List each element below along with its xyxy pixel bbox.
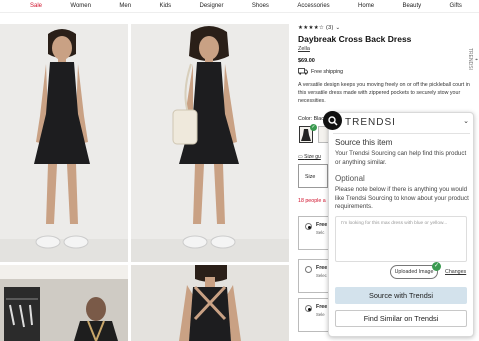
chevron-down-icon[interactable]: ⌄: [335, 25, 340, 31]
option-sub: Selc: [316, 230, 325, 235]
nav-women[interactable]: Women: [70, 3, 91, 9]
option-sub: Sele: [316, 312, 325, 317]
divider: [333, 133, 470, 134]
find-similar-button[interactable]: Find Similar on Trendsi: [335, 310, 467, 327]
shipping-info: Free shipping: [298, 68, 343, 75]
requirements-textarea[interactable]: I'm looking for this max dress with blue…: [335, 216, 467, 262]
optional-heading: Optional: [335, 174, 365, 183]
option-sub: Selec: [316, 273, 327, 278]
check-icon: ✓: [310, 124, 317, 131]
size-select[interactable]: Size: [298, 164, 328, 188]
nav-beauty[interactable]: Beauty: [402, 3, 421, 9]
uploaded-image-badge: Uploaded Image: [390, 265, 438, 279]
source-with-trendsi-button[interactable]: Source with Trendsi: [335, 287, 467, 304]
size-guide-link[interactable]: ▭ Size gu: [298, 154, 321, 160]
trendsi-side-tab[interactable]: ⌖ TRENDSI: [467, 24, 479, 94]
product-title: Daybreak Cross Back Dress: [298, 34, 412, 44]
product-photo-store[interactable]: [0, 265, 128, 341]
nav-home[interactable]: Home: [358, 3, 374, 9]
nav-sale[interactable]: Sale: [30, 3, 42, 9]
price: $69.00: [298, 58, 315, 64]
nav-accessories[interactable]: Accessories: [297, 3, 329, 9]
color-label: Color: Blac: [298, 116, 324, 122]
nav-gifts[interactable]: Gifts: [450, 3, 462, 9]
truck-icon: [298, 68, 308, 75]
optional-text: Please note below if there is anything y…: [335, 186, 469, 211]
tag-icon: ⌖: [473, 56, 479, 62]
product-description: A versatile design keeps you moving free…: [298, 82, 470, 104]
check-icon: ✓: [432, 262, 441, 271]
radio-button[interactable]: [305, 305, 312, 312]
rating-stars: ★★★★☆: [298, 25, 325, 31]
nav-designer[interactable]: Designer: [200, 3, 224, 9]
brand-link[interactable]: Zella: [298, 46, 310, 52]
product-photo-back[interactable]: [131, 265, 289, 341]
fulfillment-option-3[interactable]: Free Sele: [298, 298, 330, 332]
product-photo-bag[interactable]: [131, 24, 289, 262]
nav-men[interactable]: Men: [119, 3, 131, 9]
radio-button[interactable]: [305, 266, 312, 273]
side-tab-label: TRENDSI: [467, 48, 473, 70]
shipping-text: Free shipping: [311, 68, 344, 75]
chevron-down-icon[interactable]: ⌄: [463, 117, 469, 125]
option-label: Free: [316, 265, 328, 271]
product-photo-front[interactable]: [0, 24, 128, 262]
nav-shoes[interactable]: Shoes: [252, 3, 269, 9]
popup-heading: Source this item: [335, 138, 393, 147]
size-guide-label: Size gu: [304, 154, 321, 160]
changes-link[interactable]: Changes: [445, 269, 466, 275]
fulfillment-option-2[interactable]: Free Selec: [298, 259, 330, 293]
radio-button[interactable]: [305, 223, 312, 230]
trendsi-popup: TRENDSI ⌄ Source this item Your Trendsi …: [328, 112, 474, 337]
rating-count: (3): [325, 25, 334, 31]
option-label: Free: [316, 304, 328, 310]
option-label: Free: [316, 222, 328, 228]
people-alert: 18 people a: [298, 198, 326, 204]
top-nav: Sale Women Men Kids Designer Shoes Acces…: [0, 0, 479, 13]
search-icon[interactable]: [323, 111, 342, 130]
nav-kids[interactable]: Kids: [159, 3, 171, 9]
size-select-label: Size: [305, 174, 316, 180]
popup-text: Your Trendsi Sourcing can help find this…: [335, 150, 467, 166]
fulfillment-option-1[interactable]: Free Selc: [298, 216, 330, 250]
rating[interactable]: ★★★★☆ (3) ⌄: [298, 25, 340, 31]
trendsi-logo: TRENDSI: [345, 117, 396, 128]
